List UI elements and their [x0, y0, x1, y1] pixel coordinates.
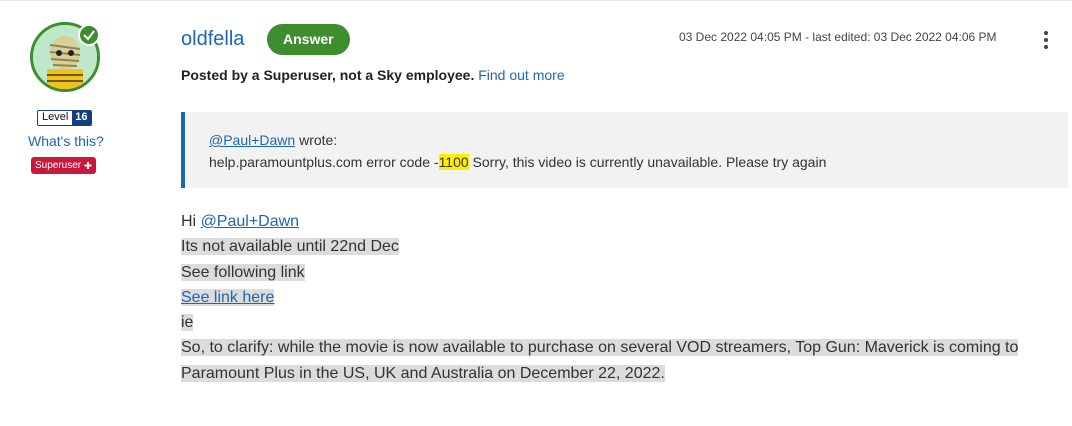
- post-timestamp: 03 Dec 2022 04:05 PM - last edited: 03 D…: [679, 30, 997, 44]
- role-label: Superuser: [35, 160, 82, 171]
- avatar-container[interactable]: [30, 22, 100, 92]
- post-body: Hi @Paul+Dawn Its not available until 22…: [181, 209, 1061, 386]
- author-panel: Level 16 What's this? Superuser: [0, 0, 130, 426]
- quote-text-before: help.paramountplus.com error code -: [209, 154, 439, 170]
- top-divider: [0, 0, 1072, 1]
- body-line-3: See following link: [181, 260, 1061, 285]
- level-number: 16: [72, 111, 91, 125]
- level-badge: Level 16: [37, 110, 92, 126]
- body-text-following: See following link: [181, 263, 305, 281]
- plus-icon: [84, 157, 92, 174]
- quote-block: @Paul+Dawn wrote: help.paramountplus.com…: [181, 112, 1068, 188]
- more-options-icon: [1036, 28, 1056, 49]
- body-line-4: See link here: [181, 285, 1061, 310]
- body-text-release: Paramount Plus in the US, UK and Austral…: [181, 364, 665, 382]
- body-line-7: Paramount Plus in the US, UK and Austral…: [181, 361, 1061, 386]
- body-line-greeting: Hi @Paul+Dawn: [181, 209, 1061, 234]
- quote-highlight: 1100: [438, 154, 469, 170]
- mention-link[interactable]: @Paul+Dawn: [201, 213, 300, 230]
- answer-badge: Answer: [267, 24, 350, 55]
- quote-text-after: Sorry, this video is currently unavailab…: [468, 154, 827, 170]
- verified-check-icon: [78, 24, 100, 46]
- greeting-text: Hi: [181, 213, 201, 230]
- body-line-6: So, to clarify: while the movie is now a…: [181, 335, 1061, 360]
- body-line-5: ie: [181, 310, 1061, 335]
- see-link-here-link[interactable]: See link here: [181, 288, 275, 306]
- superuser-badge[interactable]: Superuser: [31, 157, 97, 174]
- quote-text: help.paramountplus.com error code -1100 …: [209, 152, 1068, 172]
- body-text-ie: ie: [181, 314, 194, 332]
- body-line-2: Its not available until 22nd Dec: [181, 234, 1061, 259]
- author-username-link[interactable]: oldfella: [181, 28, 244, 51]
- superuser-notice: Posted by a Superuser, not a Sky employe…: [181, 67, 565, 83]
- quote-header: @Paul+Dawn wrote:: [209, 130, 1068, 150]
- find-out-more-link[interactable]: Find out more: [478, 67, 564, 83]
- post-options-button[interactable]: [1036, 28, 1056, 50]
- notice-text: Posted by a Superuser, not a Sky employe…: [181, 67, 475, 83]
- body-text-availability: Its not available until 22nd Dec: [181, 238, 399, 256]
- quote-wrote-text: wrote:: [295, 132, 338, 148]
- level-label: Level: [38, 111, 73, 125]
- body-text-clarify: So, to clarify: while the movie is now a…: [181, 339, 1019, 357]
- whats-this-link[interactable]: What's this?: [28, 133, 104, 149]
- quote-author-link[interactable]: @Paul+Dawn: [209, 132, 295, 148]
